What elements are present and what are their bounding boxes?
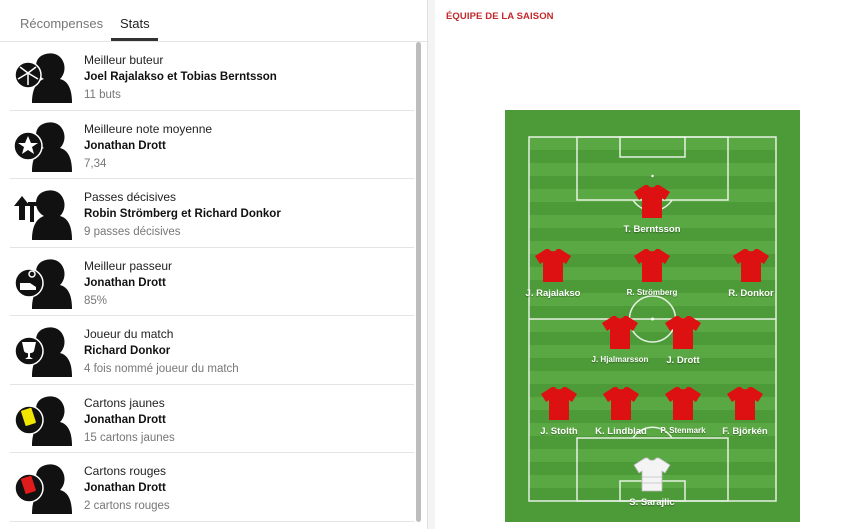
stat-player: Jonathan Drott <box>84 139 166 152</box>
list-item[interactable]: Cartons rouges Jonathan Drott 2 cartons … <box>10 453 414 522</box>
player-gk[interactable]: S. Sarajlic <box>612 455 692 508</box>
player-lm[interactable]: J. Rajalakso <box>513 246 593 299</box>
stat-title: Cartons rouges <box>84 464 167 478</box>
tab-stats[interactable]: Stats <box>120 16 150 31</box>
player-silhouette-passer-icon <box>14 258 72 309</box>
stat-title: Meilleure note moyenne <box>84 121 213 136</box>
stat-player: Jonathan Drott <box>84 276 166 289</box>
player-name: T. Berntsson <box>623 224 681 235</box>
stat-title: Joueur du match <box>84 327 174 341</box>
player-rm[interactable]: R. Donkor <box>711 246 791 299</box>
red-shirt-icon <box>634 185 670 218</box>
stat-player: Robin Strömberg et Richard Donkor <box>84 208 281 220</box>
red-shirt-icon <box>665 316 701 349</box>
active-tab-indicator <box>111 38 158 41</box>
red-shirt-icon <box>541 387 577 420</box>
list-item[interactable]: Passes décisives Robin Strömberg et Rich… <box>10 179 414 248</box>
scrollbar[interactable] <box>416 42 421 522</box>
red-shirt-icon <box>665 387 701 420</box>
stat-title: Cartons jaunes <box>84 395 165 410</box>
player-silhouette-red-card-icon <box>14 464 72 514</box>
player-silhouette-ball-icon <box>14 53 72 103</box>
tab-recompenses[interactable]: Récompenses <box>20 16 103 31</box>
player-name: J. Rajalakso <box>525 288 581 299</box>
red-shirt-icon <box>535 249 571 282</box>
stat-player: Joel Rajalakso et Tobias Berntsson <box>84 71 277 83</box>
player-cam[interactable]: R. Strömberg <box>612 246 692 297</box>
stat-player: Richard Donkor <box>84 345 171 357</box>
awards-stats-panel: Récompenses Stats Meilleur buteur Joel R… <box>0 0 427 529</box>
player-rb[interactable]: F. Björkén <box>705 384 785 437</box>
stat-title: Passes décisives <box>84 190 177 204</box>
player-silhouette-star-icon <box>14 121 72 172</box>
list-item[interactable]: Meilleur passeur Jonathan Drott 85% <box>10 248 414 316</box>
player-silhouette-trophy-icon <box>14 327 72 377</box>
red-shirt-icon <box>602 316 638 349</box>
list-item[interactable]: Joueur du match Richard Donkor 4 fois no… <box>10 316 414 385</box>
player-silhouette-assist-icon <box>14 190 72 240</box>
player-name: R. Strömberg <box>626 288 678 297</box>
section-title: ÉQUIPE DE LA SAISON <box>446 11 554 22</box>
list-item[interactable]: Cartons jaunes Jonathan Drott 15 cartons… <box>10 385 414 453</box>
stat-title: Meilleur buteur <box>84 53 164 67</box>
panel-divider <box>427 0 435 529</box>
stat-value: 11 buts <box>84 89 121 101</box>
red-shirt-icon <box>733 249 769 282</box>
player-name: S. Sarajlic <box>629 497 675 508</box>
player-cm-right[interactable]: J. Drott <box>643 313 723 366</box>
white-shirt-icon <box>633 457 671 492</box>
stats-list: Meilleur buteur Joel Rajalakso et Tobias… <box>0 42 414 529</box>
player-silhouette-yellow-card-icon <box>14 395 72 446</box>
football-pitch: T. Berntsson J. Rajalakso R. Strömberg R… <box>505 110 800 522</box>
stat-value: 4 fois nommé joueur du match <box>84 363 239 375</box>
stat-value: 85% <box>84 294 108 307</box>
stat-player: Jonathan Drott <box>84 413 166 426</box>
red-shirt-icon <box>603 387 639 420</box>
stat-value: 15 cartons jaunes <box>84 431 175 444</box>
team-of-season-panel: ÉQUIPE DE LA SAISON T. Berntsson J. Raja… <box>435 0 867 529</box>
stat-title: Meilleur passeur <box>84 258 173 273</box>
list-item[interactable]: Meilleur buteur Joel Rajalakso et Tobias… <box>10 42 414 111</box>
tab-bar: Récompenses Stats <box>0 0 427 42</box>
red-shirt-icon <box>727 387 763 420</box>
stat-value: 9 passes décisives <box>84 226 181 238</box>
stat-player: Jonathan Drott <box>84 482 166 494</box>
player-name: R. Donkor <box>728 288 774 299</box>
list-item[interactable]: Meilleure note moyenne Jonathan Drott 7,… <box>10 111 414 179</box>
stat-value: 7,34 <box>84 157 107 170</box>
player-st[interactable]: T. Berntsson <box>612 182 692 235</box>
stat-value: 2 cartons rouges <box>84 500 170 512</box>
player-name: J. Drott <box>666 355 700 366</box>
red-shirt-icon <box>634 249 670 282</box>
player-name: F. Björkén <box>722 426 768 437</box>
